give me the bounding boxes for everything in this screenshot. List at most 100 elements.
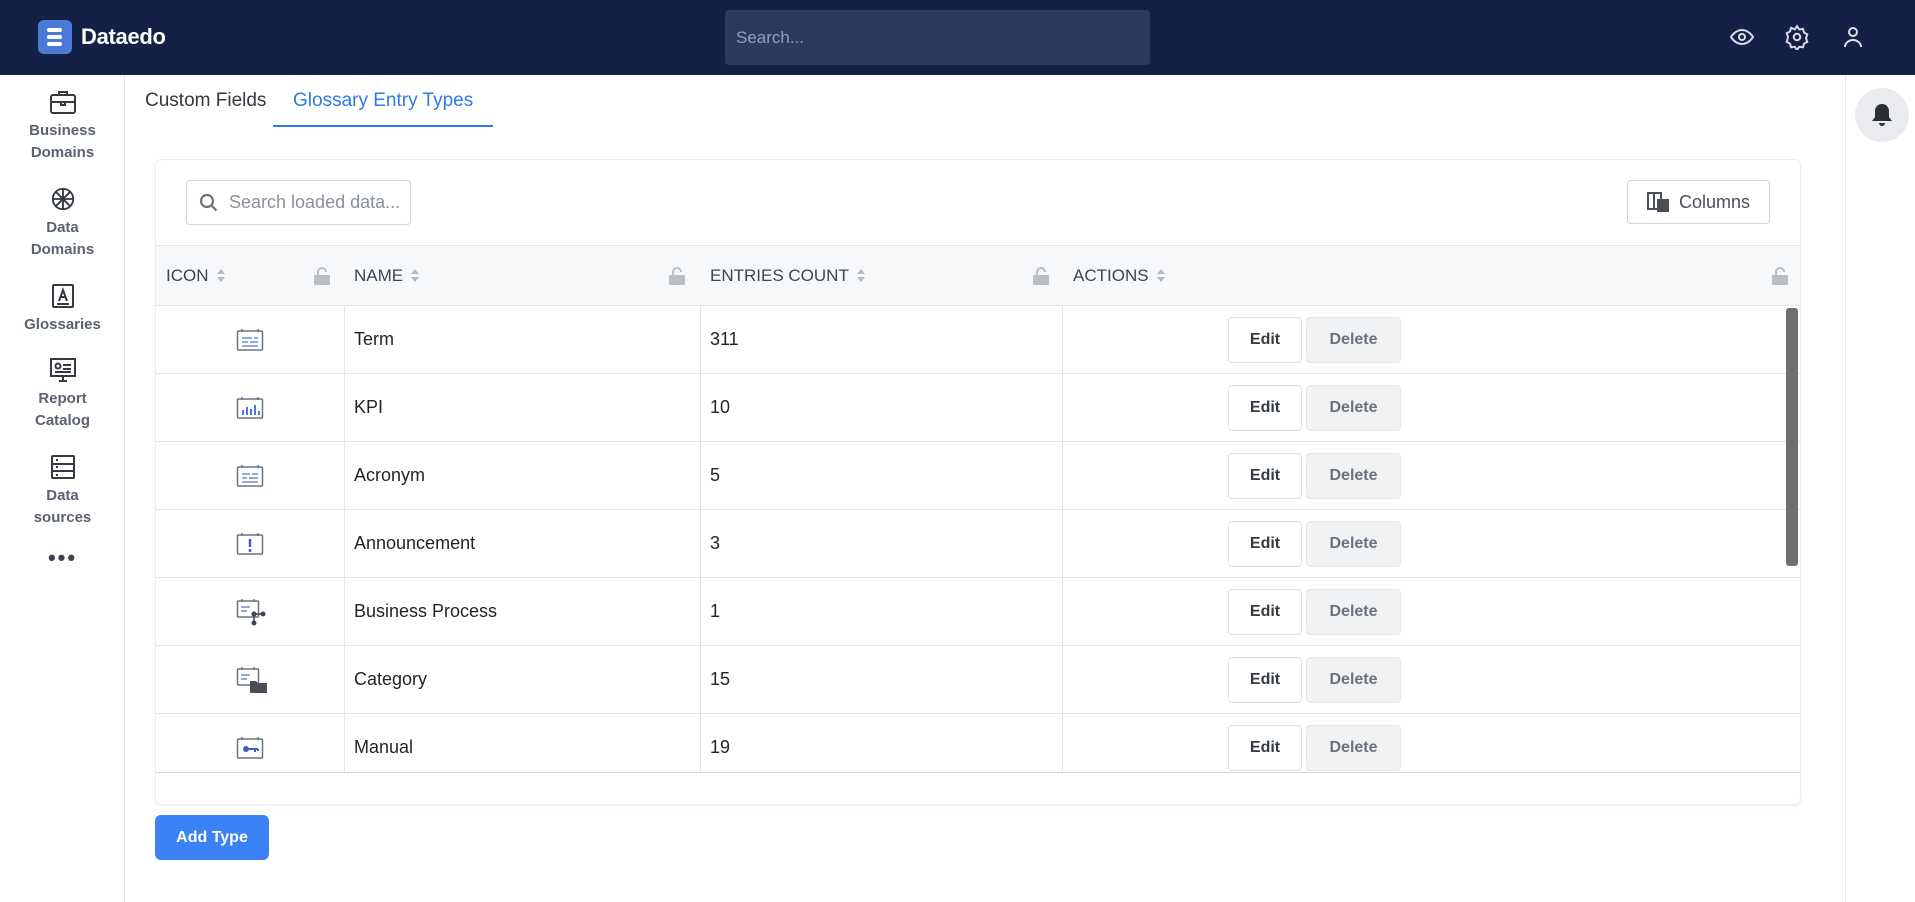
sort-icon bbox=[216, 269, 226, 283]
vertical-scrollbar[interactable] bbox=[1786, 308, 1798, 566]
nav-data-sources[interactable]: Data sources bbox=[0, 454, 125, 529]
table-row[interactable]: KPI 10 Edit Delete bbox=[156, 374, 1800, 442]
table-row[interactable]: Term 311 Edit Delete bbox=[156, 306, 1800, 374]
row-count: 19 bbox=[710, 737, 731, 757]
tab-custom-fields[interactable]: Custom Fields bbox=[125, 75, 286, 127]
nav-business-domains[interactable]: Business Domains bbox=[0, 89, 125, 164]
settings-tabs: Custom Fields Glossary Entry Types bbox=[125, 75, 1845, 127]
unlock-icon[interactable] bbox=[313, 267, 331, 285]
sort-icon bbox=[411, 269, 420, 283]
column-header-entries-count[interactable]: ENTRIES COUNT bbox=[710, 246, 866, 306]
search-icon bbox=[199, 193, 218, 212]
unlock-icon[interactable] bbox=[1771, 267, 1789, 285]
row-name: Category bbox=[354, 669, 428, 689]
row-name: Manual bbox=[354, 737, 414, 757]
grid-header: ICON NAME ENTRIES COUNT ACTIONS bbox=[156, 245, 1800, 306]
row-count: 311 bbox=[710, 329, 739, 349]
grid-footer-divider bbox=[156, 772, 1800, 773]
nav-report-catalog[interactable]: Report Catalog bbox=[0, 357, 125, 432]
row-name: Acronym bbox=[354, 465, 426, 485]
nav-label: Data bbox=[46, 487, 79, 504]
user-icon[interactable] bbox=[1838, 22, 1868, 52]
delete-button[interactable]: Delete bbox=[1306, 725, 1401, 771]
global-search-input[interactable] bbox=[725, 10, 1150, 65]
edit-button[interactable]: Edit bbox=[1228, 385, 1302, 431]
nav-label: Business bbox=[29, 122, 96, 139]
nav-data-domains[interactable]: Data Domains bbox=[0, 186, 125, 261]
sort-icon bbox=[856, 269, 866, 283]
notifications-bell-icon[interactable] bbox=[1855, 88, 1909, 142]
grid-body: Term 311 Edit Delete KPI 10 Edit Delete … bbox=[156, 306, 1800, 772]
row-name: Announcement bbox=[354, 533, 476, 553]
unlock-icon[interactable] bbox=[1032, 267, 1050, 285]
acronym-icon bbox=[236, 442, 264, 509]
brand-logo[interactable]: Dataedo bbox=[38, 20, 166, 54]
nav-label: Glossaries bbox=[24, 316, 101, 333]
top-bar: Dataedo bbox=[0, 0, 1915, 75]
delete-button[interactable]: Delete bbox=[1306, 385, 1401, 431]
header-label: NAME bbox=[354, 266, 404, 285]
delete-button[interactable]: Delete bbox=[1306, 657, 1401, 703]
edit-button[interactable]: Edit bbox=[1228, 521, 1302, 567]
header-label: ICON bbox=[166, 266, 209, 285]
nav-label: Report bbox=[38, 390, 87, 407]
eye-icon[interactable] bbox=[1727, 22, 1757, 52]
delete-button[interactable]: Delete bbox=[1306, 317, 1401, 363]
unlock-icon[interactable] bbox=[668, 267, 686, 285]
row-count: 3 bbox=[710, 533, 721, 553]
report-board-icon bbox=[49, 358, 76, 382]
columns-chooser-icon bbox=[1646, 192, 1669, 212]
delete-button[interactable]: Delete bbox=[1306, 589, 1401, 635]
row-count: 10 bbox=[710, 397, 731, 417]
row-count: 1 bbox=[710, 601, 721, 621]
delete-button[interactable]: Delete bbox=[1306, 521, 1401, 567]
nav-label: sources bbox=[33, 509, 92, 526]
announcement-icon bbox=[236, 510, 264, 577]
header-label: ACTIONS bbox=[1073, 266, 1149, 285]
sort-icon bbox=[1156, 269, 1166, 283]
edit-button[interactable]: Edit bbox=[1228, 453, 1302, 499]
row-name: Term bbox=[354, 329, 394, 349]
table-row[interactable]: Category 15 Edit Delete bbox=[156, 646, 1800, 714]
grid-search-box bbox=[186, 180, 411, 225]
table-row[interactable]: Manual 19 Edit Delete bbox=[156, 714, 1800, 772]
glossary-book-icon bbox=[51, 284, 74, 308]
gear-icon[interactable] bbox=[1782, 22, 1812, 52]
database-list-icon bbox=[50, 455, 75, 479]
edit-button[interactable]: Edit bbox=[1228, 317, 1302, 363]
delete-button[interactable]: Delete bbox=[1306, 453, 1401, 499]
category-folder-icon bbox=[236, 646, 268, 713]
row-name: Business Process bbox=[354, 601, 498, 621]
table-row[interactable]: Announcement 3 Edit Delete bbox=[156, 510, 1800, 578]
brand-name: Dataedo bbox=[81, 24, 166, 49]
edit-button[interactable]: Edit bbox=[1228, 657, 1302, 703]
table-row[interactable]: Acronym 5 Edit Delete bbox=[156, 442, 1800, 510]
edit-button[interactable]: Edit bbox=[1228, 725, 1302, 771]
nav-label: Data bbox=[46, 219, 79, 236]
column-header-actions[interactable]: ACTIONS bbox=[1073, 246, 1166, 306]
manual-key-icon bbox=[236, 714, 264, 772]
table-row[interactable]: Business Process 1 Edit Delete bbox=[156, 578, 1800, 646]
kpi-chart-icon bbox=[236, 374, 264, 441]
term-icon bbox=[236, 306, 264, 373]
business-process-icon bbox=[236, 578, 268, 645]
more-menu-icon[interactable]: ••• bbox=[0, 545, 125, 571]
row-count: 5 bbox=[710, 465, 721, 485]
briefcase-icon bbox=[49, 91, 76, 114]
dataedo-logo-icon bbox=[38, 20, 72, 54]
columns-button[interactable]: Columns bbox=[1627, 180, 1770, 224]
glossary-types-grid: Columns ICON NAME ENTRIES COUNT ACTIONS … bbox=[155, 159, 1801, 805]
globe-grid-icon bbox=[51, 187, 74, 211]
nav-label: Domains bbox=[30, 241, 95, 258]
tab-glossary-entry-types[interactable]: Glossary Entry Types bbox=[273, 75, 494, 127]
column-header-name[interactable]: NAME bbox=[354, 246, 420, 306]
right-rail bbox=[1845, 75, 1915, 902]
grid-search-input[interactable] bbox=[229, 181, 407, 224]
nav-glossaries[interactable]: Glossaries bbox=[0, 283, 125, 336]
add-type-button[interactable]: Add Type bbox=[155, 815, 269, 860]
header-label: ENTRIES COUNT bbox=[710, 266, 849, 285]
nav-label: Domains bbox=[30, 144, 95, 161]
row-name: KPI bbox=[354, 397, 384, 417]
edit-button[interactable]: Edit bbox=[1228, 589, 1302, 635]
column-header-icon[interactable]: ICON bbox=[166, 246, 226, 306]
